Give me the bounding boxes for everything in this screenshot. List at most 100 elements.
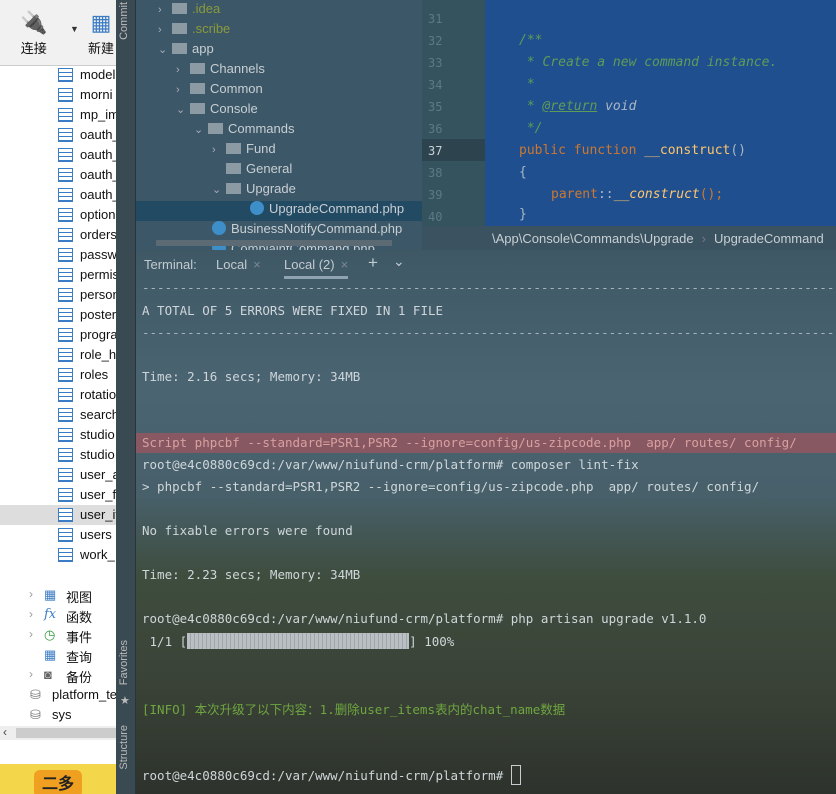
- chevron-down-icon[interactable]: ⌄: [212, 183, 226, 196]
- table-item[interactable]: work_: [0, 545, 116, 565]
- table-item[interactable]: users: [0, 525, 116, 545]
- structure-tool-tab[interactable]: Structure: [118, 725, 130, 770]
- table-item[interactable]: orders: [0, 225, 116, 245]
- table-item[interactable]: user_it: [0, 505, 116, 525]
- table-item[interactable]: option: [0, 205, 116, 225]
- chevron-right-icon[interactable]: ›: [176, 64, 190, 76]
- chevron-down-icon[interactable]: ⌄: [158, 43, 172, 56]
- connect-button[interactable]: 🔌 连接: [20, 8, 47, 57]
- editor-gutter: 31 32 33 34 35 36 37 38 39 40: [422, 0, 485, 226]
- table-item[interactable]: studio: [0, 445, 116, 465]
- table-item[interactable]: progra: [0, 325, 116, 345]
- chevron-right-icon: ›: [29, 667, 33, 681]
- table-item[interactable]: person: [0, 285, 116, 305]
- commit-tool-tab[interactable]: Commit: [118, 2, 130, 40]
- chevron-right-icon[interactable]: ›: [212, 144, 226, 156]
- project-scrollbar[interactable]: [156, 240, 392, 246]
- table-item[interactable]: roles: [0, 365, 116, 385]
- table-item[interactable]: oauth_: [0, 125, 116, 145]
- tree-events[interactable]: › ◷ 事件: [0, 625, 116, 645]
- table-item[interactable]: morni: [0, 85, 116, 105]
- project-file[interactable]: BusinessNotifyCommand.php: [212, 221, 402, 241]
- table-item[interactable]: user_a: [0, 465, 116, 485]
- project-folder[interactable]: › Fund: [212, 141, 276, 161]
- table-item[interactable]: passw: [0, 245, 116, 265]
- taskbar-app[interactable]: 二多: [34, 770, 82, 794]
- scroll-left-icon[interactable]: ‹: [3, 725, 7, 739]
- terminal-cursor: [510, 765, 521, 785]
- breadcrumb-class[interactable]: UpgradeCommand: [714, 231, 824, 246]
- line-number: 35: [428, 100, 443, 114]
- database-icon: ⛁: [30, 687, 41, 702]
- chevron-down-icon[interactable]: ⌄: [194, 123, 208, 136]
- project-tree: › .idea › .scribe ⌄ app › Channels › Common ⌄ Conso…: [136, 0, 422, 250]
- terminal-line: Time: 2.16 secs; Memory: 34MB: [142, 369, 361, 384]
- table-item[interactable]: rotatio: [0, 385, 116, 405]
- table-icon: [58, 448, 73, 462]
- project-folder[interactable]: › .idea: [158, 1, 220, 21]
- table-icon: [58, 528, 73, 542]
- project-folder[interactable]: ⌄ Upgrade: [212, 181, 296, 201]
- project-folder[interactable]: › Common: [176, 81, 263, 101]
- table-icon: [58, 228, 73, 242]
- chevron-right-icon: ›: [701, 231, 706, 246]
- chevron-down-icon[interactable]: ⌄: [176, 103, 190, 116]
- terminal-prompt[interactable]: root@e4c0880c69cd:/var/www/niufund-crm/p…: [142, 765, 521, 785]
- line-number: 39: [428, 188, 443, 202]
- breadcrumb: \App\Console\Commands\Upgrade › UpgradeCom…: [422, 226, 836, 251]
- project-folder[interactable]: ⌄ Console: [176, 101, 258, 121]
- chevron-right-icon[interactable]: ›: [176, 84, 190, 96]
- code-editor[interactable]: /** * Create a new command instance. * *…: [485, 0, 836, 226]
- database-sys[interactable]: ⛁ sys: [0, 705, 116, 725]
- dropdown-arrow-icon[interactable]: ▼: [70, 24, 79, 34]
- terminal-line: No fixable errors were found: [142, 523, 353, 538]
- tree-queries[interactable]: ▦ 查询: [0, 645, 116, 665]
- line-number: 38: [428, 166, 443, 180]
- folder-icon: [190, 83, 205, 94]
- terminal-panel[interactable]: Terminal: Local × Local (2) × + ⌄ --------…: [136, 250, 836, 794]
- project-file[interactable]: UpgradeCommand.php: [136, 201, 422, 221]
- code-line: public function __construct(): [519, 143, 746, 158]
- code-line: */: [519, 121, 543, 136]
- terminal-tabs: Terminal: Local × Local (2) × + ⌄: [136, 250, 836, 279]
- line-number: 31: [428, 12, 443, 26]
- close-icon[interactable]: ×: [253, 257, 261, 272]
- project-folder[interactable]: › .scribe: [158, 21, 230, 41]
- add-tab-button[interactable]: +: [368, 253, 378, 273]
- chevron-down-icon[interactable]: ⌄: [393, 253, 405, 270]
- table-icon: [58, 68, 73, 82]
- table-item[interactable]: studio: [0, 425, 116, 445]
- tree-backups[interactable]: › ◙ 备份: [0, 665, 116, 685]
- tree-views[interactable]: › ▦ 视图: [0, 585, 116, 605]
- tab-local-2[interactable]: Local (2) ×: [284, 257, 349, 279]
- project-folder[interactable]: General: [212, 161, 292, 181]
- scrollbar-thumb[interactable]: [16, 728, 116, 738]
- breadcrumb-namespace[interactable]: \App\Console\Commands\Upgrade: [492, 231, 694, 246]
- database-platform-test[interactable]: ⛁ platform_te: [0, 685, 116, 705]
- project-folder[interactable]: ⌄ Commands: [194, 121, 294, 141]
- table-icon: [58, 148, 73, 162]
- chevron-right-icon[interactable]: ›: [158, 24, 172, 36]
- table-item[interactable]: mp_im: [0, 105, 116, 125]
- tab-local[interactable]: Local ×: [216, 257, 261, 272]
- close-icon[interactable]: ×: [341, 257, 349, 272]
- table-item[interactable]: oauth_: [0, 185, 116, 205]
- table-item[interactable]: search: [0, 405, 116, 425]
- table-item[interactable]: poster: [0, 305, 116, 325]
- horizontal-scrollbar[interactable]: ‹: [0, 725, 116, 740]
- table-item[interactable]: permis: [0, 265, 116, 285]
- table-item[interactable]: oauth_: [0, 165, 116, 185]
- chevron-right-icon[interactable]: ›: [158, 4, 172, 16]
- table-icon: [58, 188, 73, 202]
- code-line: {: [519, 165, 527, 180]
- table-item[interactable]: role_h: [0, 345, 116, 365]
- table-item[interactable]: model: [0, 65, 116, 85]
- project-folder[interactable]: › Channels: [176, 61, 265, 81]
- favorites-tool-tab[interactable]: Favorites: [118, 640, 130, 685]
- chevron-right-icon: ›: [29, 607, 33, 621]
- table-item[interactable]: oauth_: [0, 145, 116, 165]
- tree-functions[interactable]: › fx 函数: [0, 605, 116, 625]
- table-item[interactable]: user_fe: [0, 485, 116, 505]
- project-folder[interactable]: ⌄ app: [158, 41, 214, 61]
- new-button[interactable]: ▦ 新建: [88, 8, 114, 57]
